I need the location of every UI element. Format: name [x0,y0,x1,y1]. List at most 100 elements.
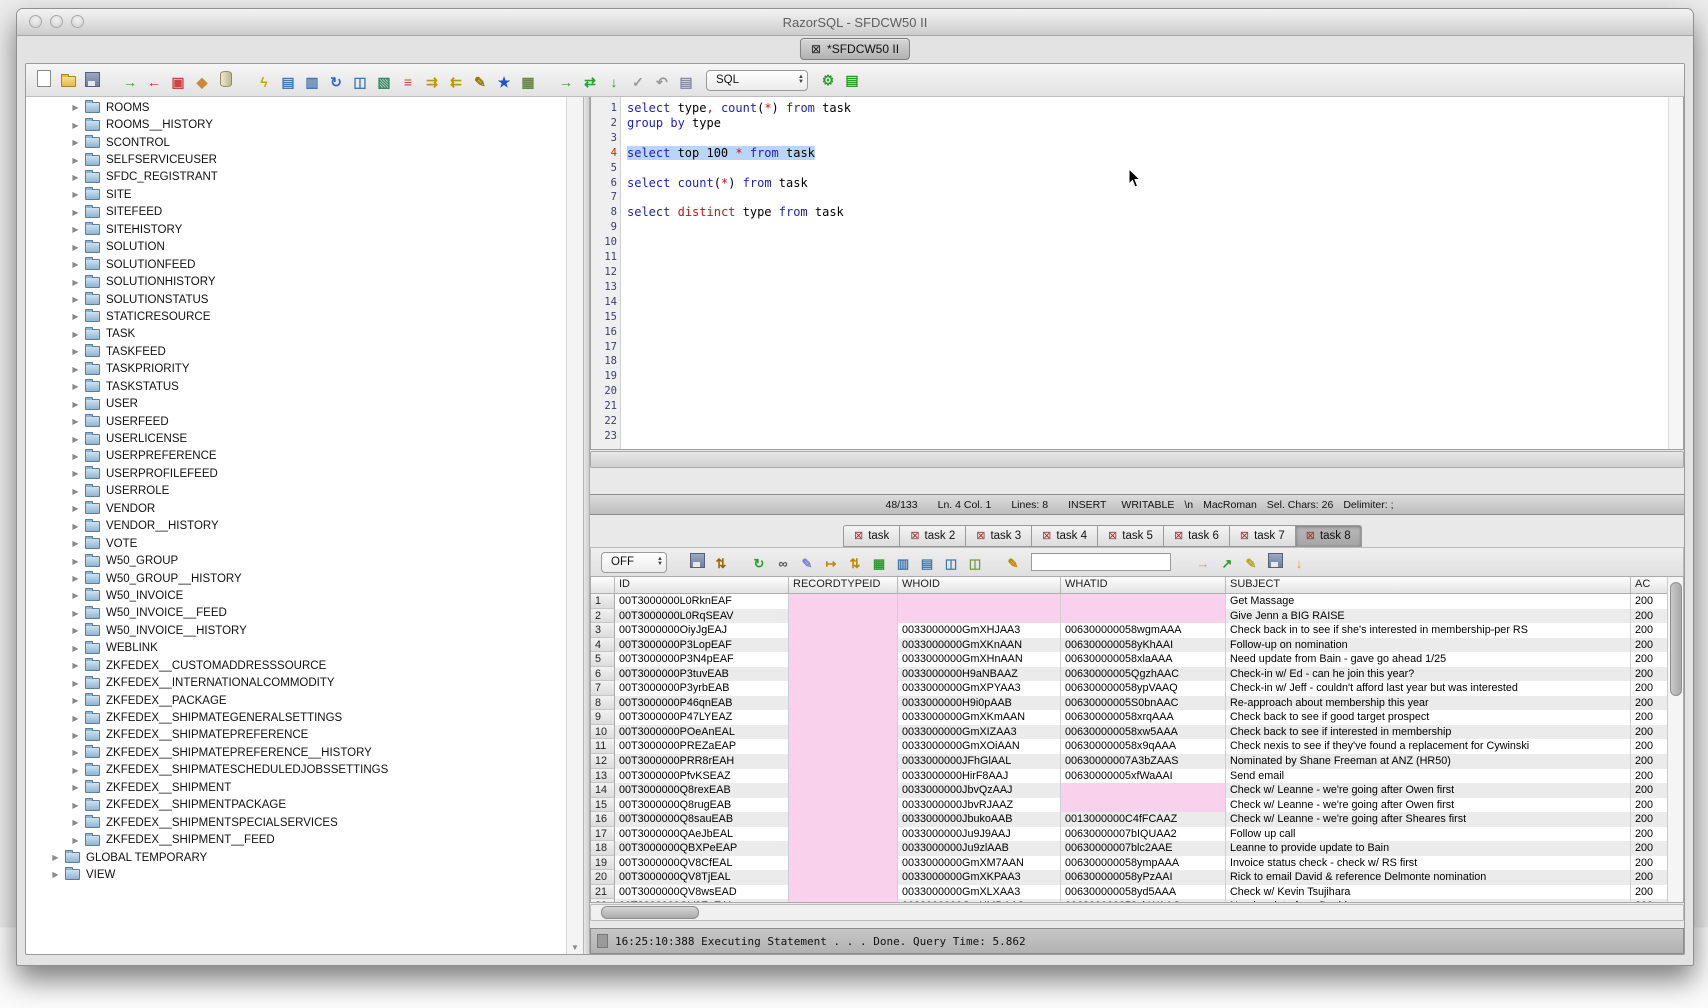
close-tab-icon[interactable]: ⊠ [1306,531,1315,542]
table-cell[interactable] [789,638,898,653]
sidebar-item-zkfedex-package[interactable]: ▶ZKFEDEX__PACKAGE [26,692,565,709]
table-cell[interactable]: Check-in w/ Jeff - couldn't afford last … [1226,681,1631,696]
table-cell[interactable]: 200 [1631,652,1667,667]
close-tab-icon[interactable]: ⊠ [910,531,919,542]
table-cell[interactable]: 00630000005QgzhAAC [1061,667,1226,682]
table-cell[interactable]: 200 [1631,885,1667,900]
table-cell[interactable] [789,899,898,902]
disclosure-triangle-icon[interactable]: ▶ [70,696,81,705]
sidebar-item-weblink[interactable]: ▶WEBLINK [26,640,565,657]
sidebar-item-rooms[interactable]: ▶ROOMS [26,99,565,116]
table-cell[interactable] [789,623,898,638]
table-cell[interactable]: 0033000000JFhGlAAL [898,754,1061,769]
table-cell[interactable] [789,667,898,682]
disclosure-triangle-icon[interactable]: ▶ [70,365,81,374]
scrollbar-thumb[interactable] [1670,582,1682,696]
close-tab-icon[interactable]: ⊠ [1174,531,1183,542]
sql-code-area[interactable]: select type, count(*) from taskgroup by … [621,97,1668,449]
undo-icon[interactable]: ↶ [652,72,672,92]
results-log-icon[interactable]: ▤ [842,70,862,90]
table-cell[interactable]: 0033000000GmXM7AAN [898,856,1061,871]
table-cell[interactable]: 200 [1631,870,1667,885]
table-cell[interactable]: 200 [1631,783,1667,798]
edit-icon[interactable]: ✎ [470,72,490,92]
table-cell[interactable]: 200 [1631,638,1667,653]
table-cell[interactable]: 00630000007bIQUAA2 [1061,827,1226,842]
table-cell[interactable]: Need update from Bain - gave go ahead 1/… [1226,652,1631,667]
duplicate-icon[interactable]: ◫ [965,554,985,574]
download-icon[interactable]: ↓ [1289,553,1309,573]
table-cell[interactable]: 0013000000C4fFCAAZ [1061,812,1226,827]
indent-icon[interactable]: ⇉ [422,72,442,92]
scrollbar-thumb[interactable] [601,906,699,919]
table-cell[interactable]: 0033000000JbvQzAAJ [898,783,1061,798]
table-cell[interactable]: 0033000000HirF8AAJ [898,769,1061,784]
sidebar-item-global-temporary[interactable]: ▶GLOBAL TEMPORARY [26,849,565,866]
table-cell[interactable]: 00T3000000POeAnEAL [615,725,789,740]
save-changes-icon[interactable] [1265,550,1285,570]
table-cell[interactable]: 200 [1631,594,1667,609]
sidebar-item-w50-invoice-feed[interactable]: ▶W50_INVOICE__FEED [26,605,565,622]
table-cell[interactable]: 200 [1631,739,1667,754]
close-tab-icon[interactable]: ⊠ [854,531,863,542]
describe-icon[interactable]: ▤ [917,554,937,574]
editor-horizontal-scrollbar[interactable] [590,451,1684,468]
table-cell[interactable] [789,783,898,798]
table-cell[interactable]: Re-approach about membership this year [1226,696,1631,711]
disclosure-triangle-icon[interactable]: ▶ [70,260,81,269]
outdent-icon[interactable]: ⇇ [446,72,466,92]
edit-cell-icon[interactable]: ✎ [797,554,817,574]
table-cell[interactable]: 0033000000H9aNBAAZ [898,667,1061,682]
table-cell[interactable]: 200 [1631,769,1667,784]
table-cell[interactable]: Leanne to provide update to Bain [1226,841,1631,856]
table-cell[interactable] [789,856,898,871]
table-cell[interactable] [1061,609,1226,624]
disclosure-triangle-icon[interactable]: ▶ [50,853,61,862]
result-tab-task-8[interactable]: ⊠task 8 [1295,525,1362,547]
database-icon[interactable] [216,69,236,89]
sidebar-item-site[interactable]: ▶SITE [26,186,565,203]
disclosure-triangle-icon[interactable]: ▶ [70,644,81,653]
disclosure-triangle-icon[interactable]: ▶ [70,609,81,618]
table-cell[interactable] [789,870,898,885]
row-limit-select[interactable]: OFF ▲▼ [601,552,667,573]
disclosure-triangle-icon[interactable]: ▶ [70,679,81,688]
table-cell[interactable]: 00T3000000P3LopEAF [615,638,789,653]
sidebar-item-userfeed[interactable]: ▶USERFEED [26,413,565,430]
sidebar-item-solution[interactable]: ▶SOLUTION [26,239,565,256]
result-tab-task[interactable]: ⊠task [843,525,899,547]
table-cell[interactable]: 006300000058xrqAAA [1061,710,1226,725]
explain-icon[interactable]: ▥ [302,72,322,92]
disclosure-triangle-icon[interactable]: ▶ [70,103,81,112]
sidebar-item-vendor-history[interactable]: ▶VENDOR__HISTORY [26,518,565,535]
sidebar-item-taskstatus[interactable]: ▶TASKSTATUS [26,378,565,395]
sidebar-item-userpreference[interactable]: ▶USERPREFERENCE [26,448,565,465]
table-cell[interactable]: Give Jenn a BIG RAISE [1226,609,1631,624]
sidebar-item-w50-invoice[interactable]: ▶W50_INVOICE [26,587,565,604]
sidebar-item-sitefeed[interactable]: ▶SITEFEED [26,204,565,221]
table-cell[interactable] [789,725,898,740]
sync-icon[interactable]: ⇄ [580,72,600,92]
table-cell[interactable]: 0033000000GmXOiAAN [898,739,1061,754]
table-cell[interactable]: 0033000000Ju9J9AAJ [898,827,1061,842]
sidebar-item-task[interactable]: ▶TASK [26,326,565,343]
disclosure-triangle-icon[interactable]: ▶ [70,138,81,147]
disclosure-triangle-icon[interactable]: ▶ [70,731,81,740]
disclosure-triangle-icon[interactable]: ▶ [70,748,81,757]
table-cell[interactable]: 0033000000GmXLXAA3 [898,885,1061,900]
table-cell[interactable]: 00T3000000L0RqSEAV [615,609,789,624]
table-cell[interactable]: 006300000058wgmAAA [1061,623,1226,638]
close-tab-icon[interactable]: ⊠ [1108,531,1117,542]
table-cell[interactable]: 00T3000000QBXPeEAP [615,841,789,856]
table-cell[interactable]: Check w/ Leanne - we're going after Owen… [1226,798,1631,813]
table-cell[interactable]: 200 [1631,623,1667,638]
table-cell[interactable]: Rick to email David & reference Delmonte… [1226,870,1631,885]
table-cell[interactable]: Check w/ Leanne - we're going after Shea… [1226,812,1631,827]
table-cell[interactable]: Check back in to see if she's interested… [1226,623,1631,638]
table-cell[interactable]: 00T3000000P46qnEAB [615,696,789,711]
sort-icon[interactable]: ⇅ [711,554,731,574]
sidebar-item-scontrol[interactable]: ▶SCONTROL [26,134,565,151]
table-cell[interactable]: Invoice status check - check w/ RS first [1226,856,1631,871]
result-tab-task-3[interactable]: ⊠task 3 [965,525,1031,547]
updown-icon[interactable]: ⇅ [845,554,865,574]
